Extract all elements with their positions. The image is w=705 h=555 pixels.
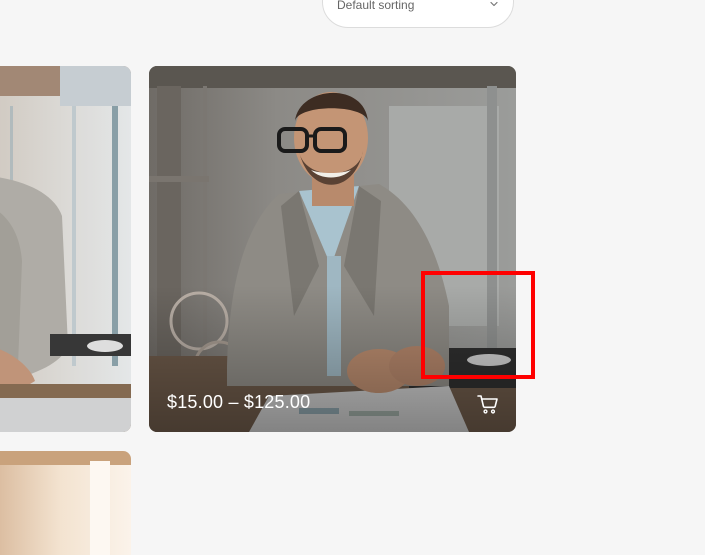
product-card[interactable]: $15.00 – $125.00 <box>149 66 516 432</box>
product-image <box>0 66 131 432</box>
sort-dropdown[interactable]: Default sorting <box>322 0 514 28</box>
product-image <box>0 451 131 555</box>
sort-selected-value: Default sorting <box>337 0 415 12</box>
product-image <box>149 66 516 432</box>
shop-page: Default sorting $15.00 – $125.00 <box>0 0 705 555</box>
chevron-down-icon <box>490 1 498 7</box>
product-card-partial[interactable] <box>0 451 131 555</box>
cart-icon[interactable] <box>476 392 500 416</box>
product-card-partial[interactable] <box>0 66 131 432</box>
product-price: $15.00 – $125.00 <box>167 392 311 412</box>
